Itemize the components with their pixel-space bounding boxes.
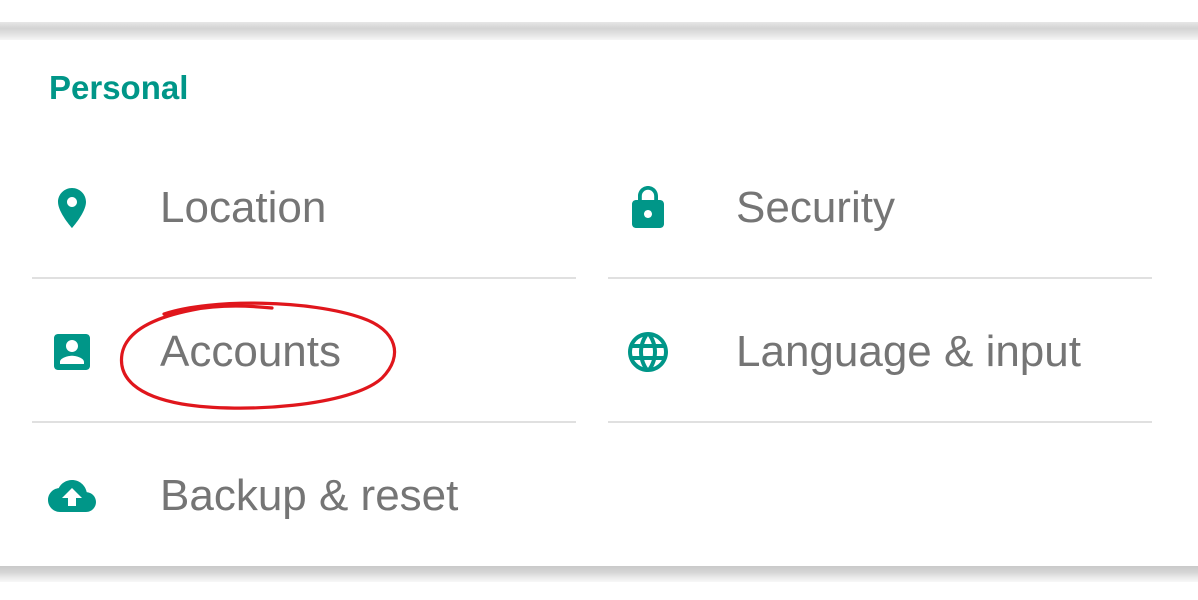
settings-item-language-input[interactable]: Language & input [608, 280, 1152, 424]
globe-icon [624, 328, 672, 376]
settings-item-accounts[interactable]: Accounts [32, 280, 576, 424]
divider [608, 277, 1152, 279]
settings-item-location[interactable]: Location [32, 136, 576, 280]
next-card-edge [0, 582, 1198, 600]
account-box-icon [48, 328, 96, 376]
location-pin-icon [48, 184, 96, 232]
section-title: Personal [49, 69, 189, 106]
card-top-shadow [0, 22, 1198, 40]
card-bottom-shadow [0, 566, 1198, 582]
settings-item-security[interactable]: Security [608, 136, 1152, 280]
settings-item-label: Location [160, 183, 327, 232]
settings-item-label: Language & input [736, 327, 1081, 376]
cloud-upload-icon [48, 472, 96, 520]
lock-icon [624, 184, 672, 232]
settings-item-label: Accounts [160, 327, 341, 376]
settings-item-backup-reset[interactable]: Backup & reset [32, 424, 576, 568]
settings-item-label: Backup & reset [160, 471, 459, 520]
previous-card-edge [0, 0, 1198, 24]
divider [608, 421, 1152, 423]
divider [32, 277, 576, 279]
divider [32, 421, 576, 423]
settings-item-label: Security [736, 183, 895, 232]
